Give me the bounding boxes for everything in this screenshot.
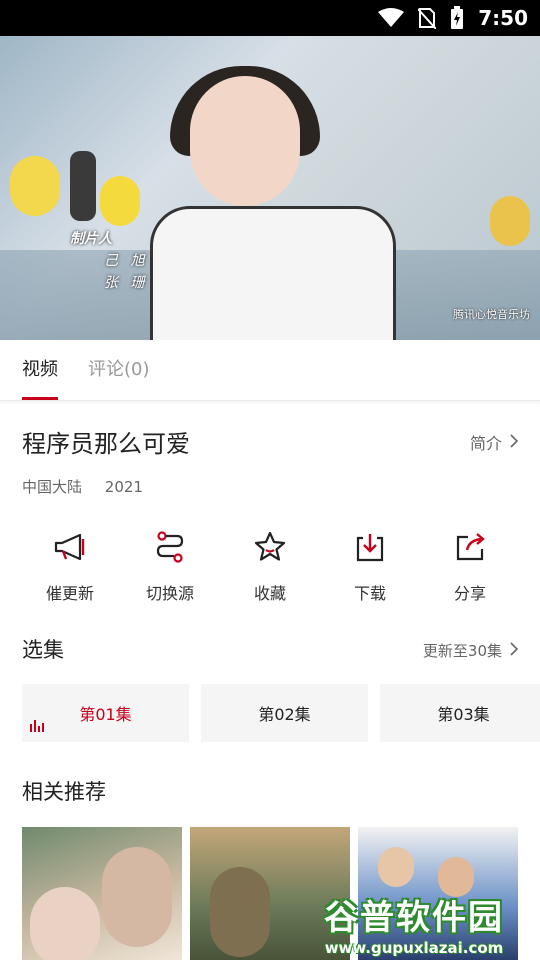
favorite-label: 收藏 <box>253 584 286 603</box>
tab-video[interactable]: 视频 <box>22 340 58 400</box>
episode-item[interactable]: 第03集 <box>380 684 540 742</box>
recommend-title: 相关推荐 <box>22 780 106 804</box>
recommend-poster[interactable] <box>22 827 182 960</box>
tab-bar: 视频 评论(0) <box>0 340 540 401</box>
no-sim-icon <box>418 7 437 29</box>
switch-source-button[interactable]: 切换源 <box>122 530 218 604</box>
episode-item[interactable]: 第01集 <box>22 684 189 742</box>
poster-figure <box>30 887 100 960</box>
site-watermark-logo: 谷普软件园 www.gupuxlazai.com <box>296 888 532 958</box>
status-bar: 7:50 <box>0 0 540 36</box>
battery-charging-icon <box>450 6 464 30</box>
video-scene-toy <box>70 151 96 221</box>
poster-figure <box>210 867 270 957</box>
status-time: 7:50 <box>478 6 528 30</box>
wifi-icon <box>378 8 405 28</box>
now-playing-icon <box>30 717 44 736</box>
video-player[interactable]: 制片人 己 旭 张 珊 腾讯心悦音乐坊 <box>0 36 540 340</box>
megaphone-icon <box>53 530 87 568</box>
download-button[interactable]: 下载 <box>322 530 418 604</box>
episodes-update-label: 更新至30集 <box>422 642 502 660</box>
site-watermark-url: www.gupuxlazai.com <box>324 938 504 957</box>
urge-update-label: 催更新 <box>45 584 94 603</box>
video-credit-role: 制片人 <box>70 231 112 247</box>
share-button[interactable]: 分享 <box>422 530 518 604</box>
episodes-more-link[interactable]: 更新至30集 <box>422 640 519 661</box>
intro-link[interactable]: 简介 <box>469 430 519 454</box>
episode-label: 第02集 <box>258 705 311 724</box>
download-icon <box>353 530 387 568</box>
favorite-button[interactable]: 收藏 <box>222 530 318 604</box>
download-label: 下载 <box>353 584 386 603</box>
video-scene-person-body <box>150 206 396 340</box>
share-icon <box>453 530 487 568</box>
video-scene-toy <box>100 176 140 226</box>
video-credit-name: 己 旭 <box>104 253 149 269</box>
chevron-right-icon <box>510 641 519 660</box>
show-region: 中国大陆 <box>22 478 83 496</box>
show-year: 2021 <box>104 478 143 496</box>
show-meta: 中国大陆 2021 <box>22 476 143 497</box>
video-credit: 制片人 己 旭 张 珊 <box>70 228 148 294</box>
video-scene-toy <box>10 156 60 216</box>
poster-figure <box>102 847 172 947</box>
star-icon <box>253 530 287 568</box>
episode-label: 第01集 <box>79 705 132 724</box>
urge-update-button[interactable]: 催更新 <box>22 530 118 604</box>
show-title: 程序员那么可爱 <box>22 430 190 458</box>
share-label: 分享 <box>453 584 486 603</box>
video-scene-toy <box>490 196 530 246</box>
site-watermark-name: 谷普软件园 <box>324 897 504 938</box>
switch-source-label: 切换源 <box>145 584 194 603</box>
tab-comments[interactable]: 评论(0) <box>88 340 150 400</box>
chevron-right-icon <box>510 433 519 452</box>
episode-list: 第01集 第02集 第03集 <box>22 684 540 742</box>
intro-label: 简介 <box>469 434 502 453</box>
episodes-title: 选集 <box>22 638 64 662</box>
poster-figure <box>378 847 414 887</box>
switch-source-icon <box>153 530 187 568</box>
video-scene-person-face <box>190 76 300 206</box>
video-credit-name: 张 珊 <box>104 275 149 291</box>
video-watermark: 腾讯心悦音乐坊 <box>453 308 530 321</box>
action-bar: 催更新 切换源 收藏 下载 分享 <box>22 530 518 604</box>
episode-label: 第03集 <box>437 705 490 724</box>
episode-item[interactable]: 第02集 <box>201 684 368 742</box>
